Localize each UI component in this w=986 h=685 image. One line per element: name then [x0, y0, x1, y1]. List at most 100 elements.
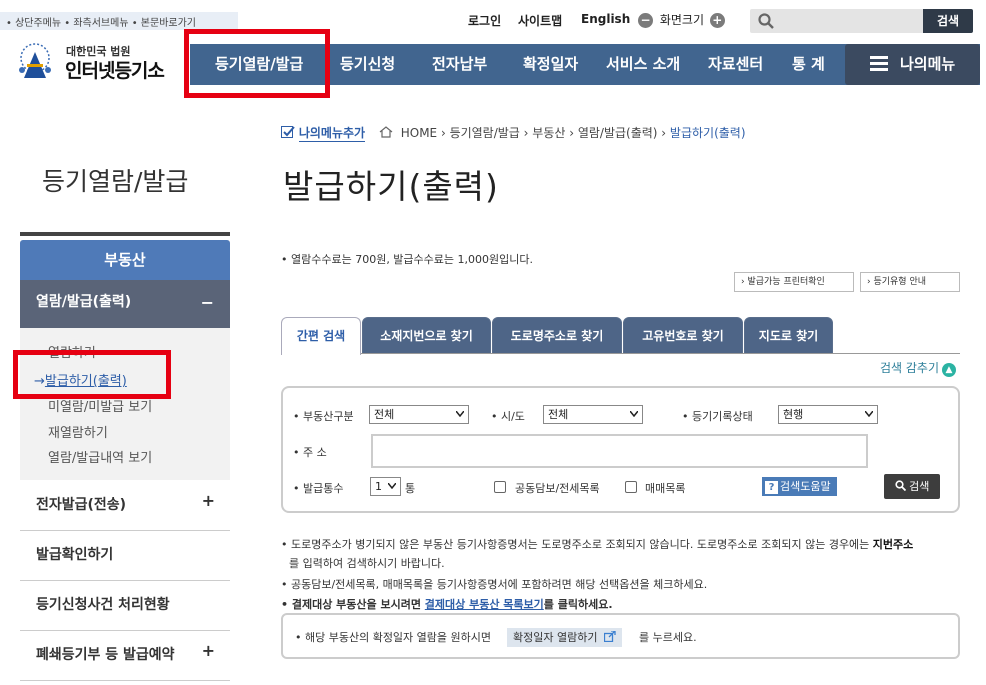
printer-check-button[interactable]: › 발급가능 프린터확인	[734, 272, 854, 292]
lnb-sub-issue-label: 발급하기(출력)	[44, 374, 127, 389]
zoom-in-icon[interactable]: +	[709, 13, 725, 28]
address-input[interactable]	[371, 434, 868, 468]
home-icon	[379, 126, 393, 138]
chevron-up-icon: ▲	[942, 363, 957, 377]
road-address-notice: • 도로명주소가 병기되지 않은 부동산 등기사항증명서는 도로명주소로 조회되…	[281, 536, 913, 552]
collapse-icon[interactable]: −	[201, 280, 214, 325]
lnb-verify-issue[interactable]: 발급확인하기	[20, 531, 230, 581]
fixed-date-text: • 해당 부동산의 확정일자 열람을 원하시면	[295, 631, 492, 644]
breadcrumb-path[interactable]: HOME › 등기열람/발급 › 부동산 › 열람/발급(출력) ›	[401, 126, 670, 140]
gnb-registry-view[interactable]: 등기열람/발급	[215, 44, 303, 85]
logo-line2: 인터넷등기소	[65, 60, 165, 82]
chevron-down-icon	[388, 483, 396, 489]
tab-lot-number[interactable]: 소재지번으로 찾기	[362, 317, 491, 354]
lnb-sub-issue[interactable]: → 발급하기(출력)	[34, 370, 127, 389]
lot-address-emphasis: 지번주소	[872, 538, 914, 551]
zoom-out-icon[interactable]: −	[638, 13, 653, 28]
gnb-fixed-date[interactable]: 확정일자	[523, 44, 578, 85]
type-select[interactable]: 전체	[369, 405, 469, 424]
my-menu-label: 나의메뉴	[900, 55, 956, 73]
lnb-title: 등기열람/발급	[42, 167, 189, 196]
search-help-button[interactable]: ? 검색도움말	[762, 477, 837, 496]
active-arrow: →	[34, 374, 45, 389]
site-search-input[interactable]	[750, 9, 923, 33]
lnb-e-issue-label: 전자발급(전송)	[36, 497, 127, 513]
lnb-real-estate-header[interactable]: 부동산	[20, 240, 230, 280]
road-address-notice-cont: 를 입력하여 검색하시기 바랍니다.	[289, 557, 445, 570]
english-link[interactable]: English	[581, 12, 630, 26]
check-icon	[281, 126, 295, 138]
hide-search-toggle[interactable]: 검색 감추기 ▲	[880, 359, 957, 377]
sido-select-value: 전체	[548, 408, 569, 421]
expand-icon[interactable]: +	[202, 627, 215, 675]
fee-notice: • 열람수수료는 700원, 발급수수료는 1,000원입니다.	[281, 253, 533, 266]
sido-label: • 시/도	[491, 410, 525, 423]
lnb-closed-label: 폐쇄등기부 등 발급예약	[36, 647, 175, 663]
hamburger-icon	[870, 56, 888, 72]
gnb-statistics[interactable]: 통 계	[792, 44, 825, 85]
court-emblem-icon	[19, 43, 51, 78]
question-icon: ?	[765, 481, 778, 494]
zoom-label: 화면크기	[659, 13, 704, 27]
fixed-date-box: • 해당 부동산의 확정일자 열람을 원하시면 확정일자 열람하기 를 누르세요…	[281, 613, 960, 659]
chevron-down-icon	[865, 411, 873, 417]
gnb-e-payment[interactable]: 전자납부	[432, 44, 487, 85]
count-select[interactable]: 1	[370, 477, 401, 496]
lnb-case-status[interactable]: 등기신청사건 처리현황	[20, 581, 230, 631]
gnb-service-intro[interactable]: 서비스 소개	[606, 44, 680, 85]
address-label: • 주 소	[293, 446, 327, 459]
form-search-label: 검색	[909, 480, 930, 493]
lnb-submenu: 열람하기 → 발급하기(출력) 미열람/미발급 보기 재열람하기 열람/발급내역…	[20, 328, 230, 480]
joint-collateral-label: 공동담보/전세목록	[515, 482, 600, 495]
lnb-e-issue[interactable]: 전자발급(전송) +	[20, 481, 230, 531]
payment-target-notice: • 결제대상 부동산을 보시려면 결제대상 부동산 목록보기를 클릭하세요.	[281, 596, 613, 612]
registry-type-guide-button[interactable]: › 등기유형 안내	[860, 272, 960, 292]
sales-list-checkbox[interactable]	[625, 481, 637, 493]
payment-notice-b: 를 클릭하세요.	[543, 598, 613, 611]
site-search-button[interactable]: 검색	[923, 9, 973, 33]
lnb-sub-view[interactable]: 열람하기	[48, 342, 96, 361]
fixed-date-view-button[interactable]: 확정일자 열람하기	[507, 628, 622, 647]
tab-map[interactable]: 지도로 찾기	[744, 317, 833, 354]
lnb-view-issue-menu[interactable]: 열람/발급(출력) −	[20, 280, 230, 328]
payment-target-list-link[interactable]: 결제대상 부동산 목록보기	[425, 598, 544, 611]
form-search-button[interactable]: 검색	[884, 474, 940, 499]
my-menu-button[interactable]: 나의메뉴	[845, 44, 980, 85]
site-logo[interactable]: 대한민국 법원 인터넷등기소	[10, 38, 180, 88]
page-title: 발급하기(출력)	[283, 167, 499, 206]
hide-search-label: 검색 감추기	[880, 361, 940, 375]
lnb-divider	[20, 232, 230, 236]
type-label: • 부동산구분	[293, 410, 354, 423]
tab-underline	[361, 353, 960, 354]
main-navigation: 등기열람/발급 등기신청 전자납부 확정일자 서비스 소개 자료센터 통 계 나…	[190, 44, 980, 85]
road-address-notice-text: • 도로명주소가 병기되지 않은 부동산 등기사항증명서는 도로명주소로 조회되…	[281, 538, 873, 551]
chevron-down-icon	[630, 411, 638, 417]
fixed-date-view-label: 확정일자 열람하기	[513, 631, 598, 644]
skip-links[interactable]: • 상단주메뉴 • 좌측서브메뉴 • 본문바로가기	[0, 12, 238, 30]
lnb-case-status-label: 등기신청사건 처리현황	[36, 597, 170, 613]
gnb-registry-apply[interactable]: 등기신청	[340, 44, 395, 85]
breadcrumb-current: 발급하기(출력)	[669, 126, 746, 140]
tab-unique-number[interactable]: 고유번호로 찾기	[623, 317, 743, 354]
lnb-sub-review[interactable]: 재열람하기	[48, 422, 108, 441]
expand-icon[interactable]: +	[202, 477, 215, 525]
login-link[interactable]: 로그인	[468, 12, 501, 29]
sido-select[interactable]: 전체	[543, 405, 643, 424]
sales-list-label: 매매목록	[645, 482, 686, 495]
joint-collateral-checkbox[interactable]	[494, 481, 506, 493]
lnb-sub-history[interactable]: 열람/발급내역 보기	[48, 447, 152, 466]
tab-road-address[interactable]: 도로명주소로 찾기	[492, 317, 622, 354]
search-icon	[895, 480, 906, 492]
sitemap-link[interactable]: 사이트맵	[518, 12, 562, 29]
fixed-date-text2: 를 누르세요.	[639, 631, 697, 644]
lnb-verify-label: 발급확인하기	[36, 547, 114, 563]
gnb-data-center[interactable]: 자료센터	[708, 44, 763, 85]
count-select-value: 1	[375, 480, 382, 493]
option-notice: • 공동담보/전세목록, 매매목록을 등기사항증명서에 포함하려면 해당 선택옵…	[281, 578, 708, 591]
add-my-menu-link[interactable]: 나의메뉴추가	[298, 124, 366, 142]
tab-simple-search[interactable]: 간편 검색	[281, 317, 361, 355]
status-select[interactable]: 현행	[778, 405, 878, 424]
external-link-icon	[603, 630, 616, 643]
lnb-sub-unviewed[interactable]: 미열람/미발급 보기	[48, 396, 152, 415]
lnb-closed-registry[interactable]: 폐쇄등기부 등 발급예약 +	[20, 631, 230, 681]
